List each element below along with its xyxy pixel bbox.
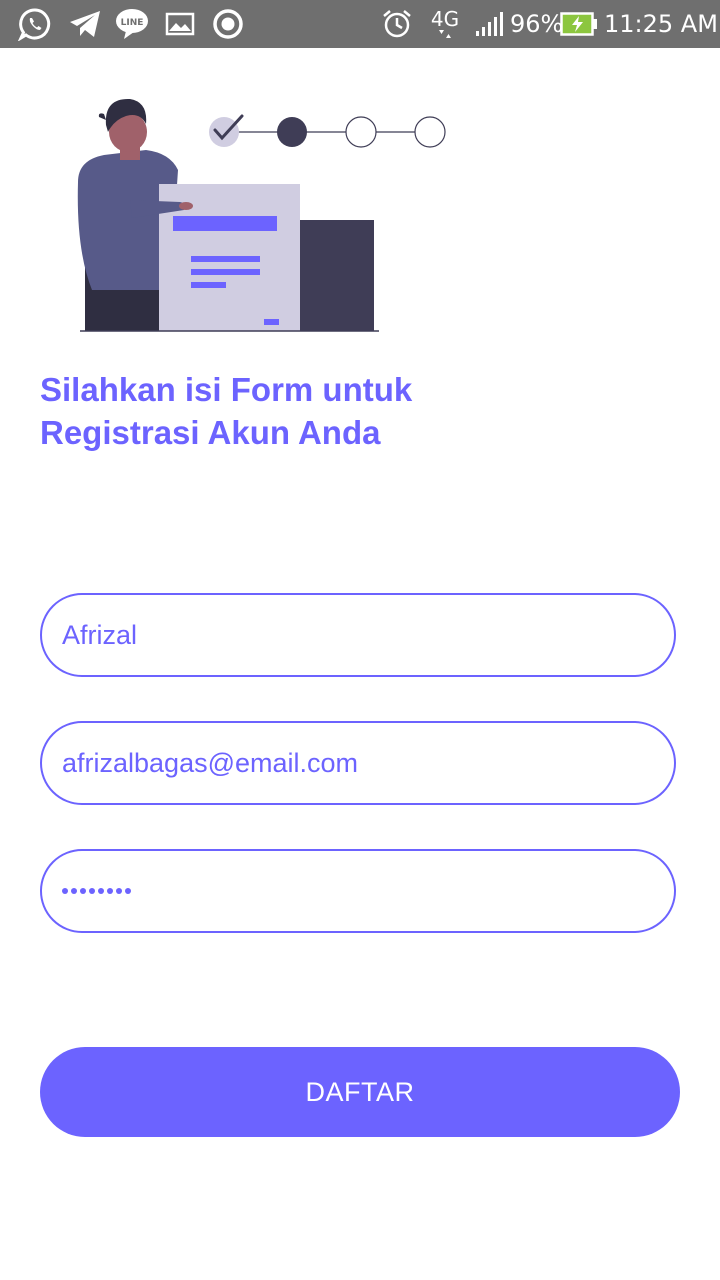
svg-text:LINE: LINE <box>121 18 144 28</box>
page-title: Silahkan isi Form untuk Registrasi Akun … <box>40 368 640 454</box>
password-field[interactable] <box>40 849 676 933</box>
alarm-icon <box>381 8 413 40</box>
signal-icon <box>474 8 506 40</box>
step-3 <box>345 116 377 148</box>
password-dot <box>116 888 122 894</box>
password-dot <box>89 888 95 894</box>
step-4 <box>414 116 446 148</box>
battery-charging-icon <box>560 8 598 40</box>
password-dot <box>107 888 113 894</box>
step-2-current <box>277 117 307 147</box>
password-dot <box>125 888 131 894</box>
title-line-1: Silahkan isi Form untuk <box>40 371 413 408</box>
network-type: 4G <box>430 7 460 31</box>
password-dot <box>98 888 104 894</box>
line-icon: LINE <box>114 8 150 40</box>
step-1-completed <box>209 117 239 147</box>
name-input[interactable] <box>62 595 652 675</box>
registration-illustration <box>70 90 460 335</box>
step-progress-indicator <box>209 114 446 148</box>
gallery-icon <box>165 8 195 40</box>
data-arrows-icon <box>439 30 451 38</box>
password-masked-value <box>62 851 131 931</box>
clock: 11:25 AM <box>604 10 718 38</box>
email-field[interactable] <box>40 721 676 805</box>
password-dot <box>71 888 77 894</box>
password-dot <box>80 888 86 894</box>
register-button[interactable]: DAFTAR <box>40 1047 680 1137</box>
name-field[interactable] <box>40 593 676 677</box>
telegram-icon <box>68 8 102 40</box>
title-line-2: Registrasi Akun Anda <box>40 414 381 451</box>
battery-percent: 96% <box>510 10 564 38</box>
email-input[interactable] <box>62 723 652 803</box>
status-bar: LINE 4G 96% 11:25 AM <box>0 0 720 48</box>
record-icon <box>212 8 244 40</box>
password-dot <box>62 888 68 894</box>
whatsapp-icon <box>18 8 52 41</box>
network-indicator: 4G <box>428 8 462 40</box>
